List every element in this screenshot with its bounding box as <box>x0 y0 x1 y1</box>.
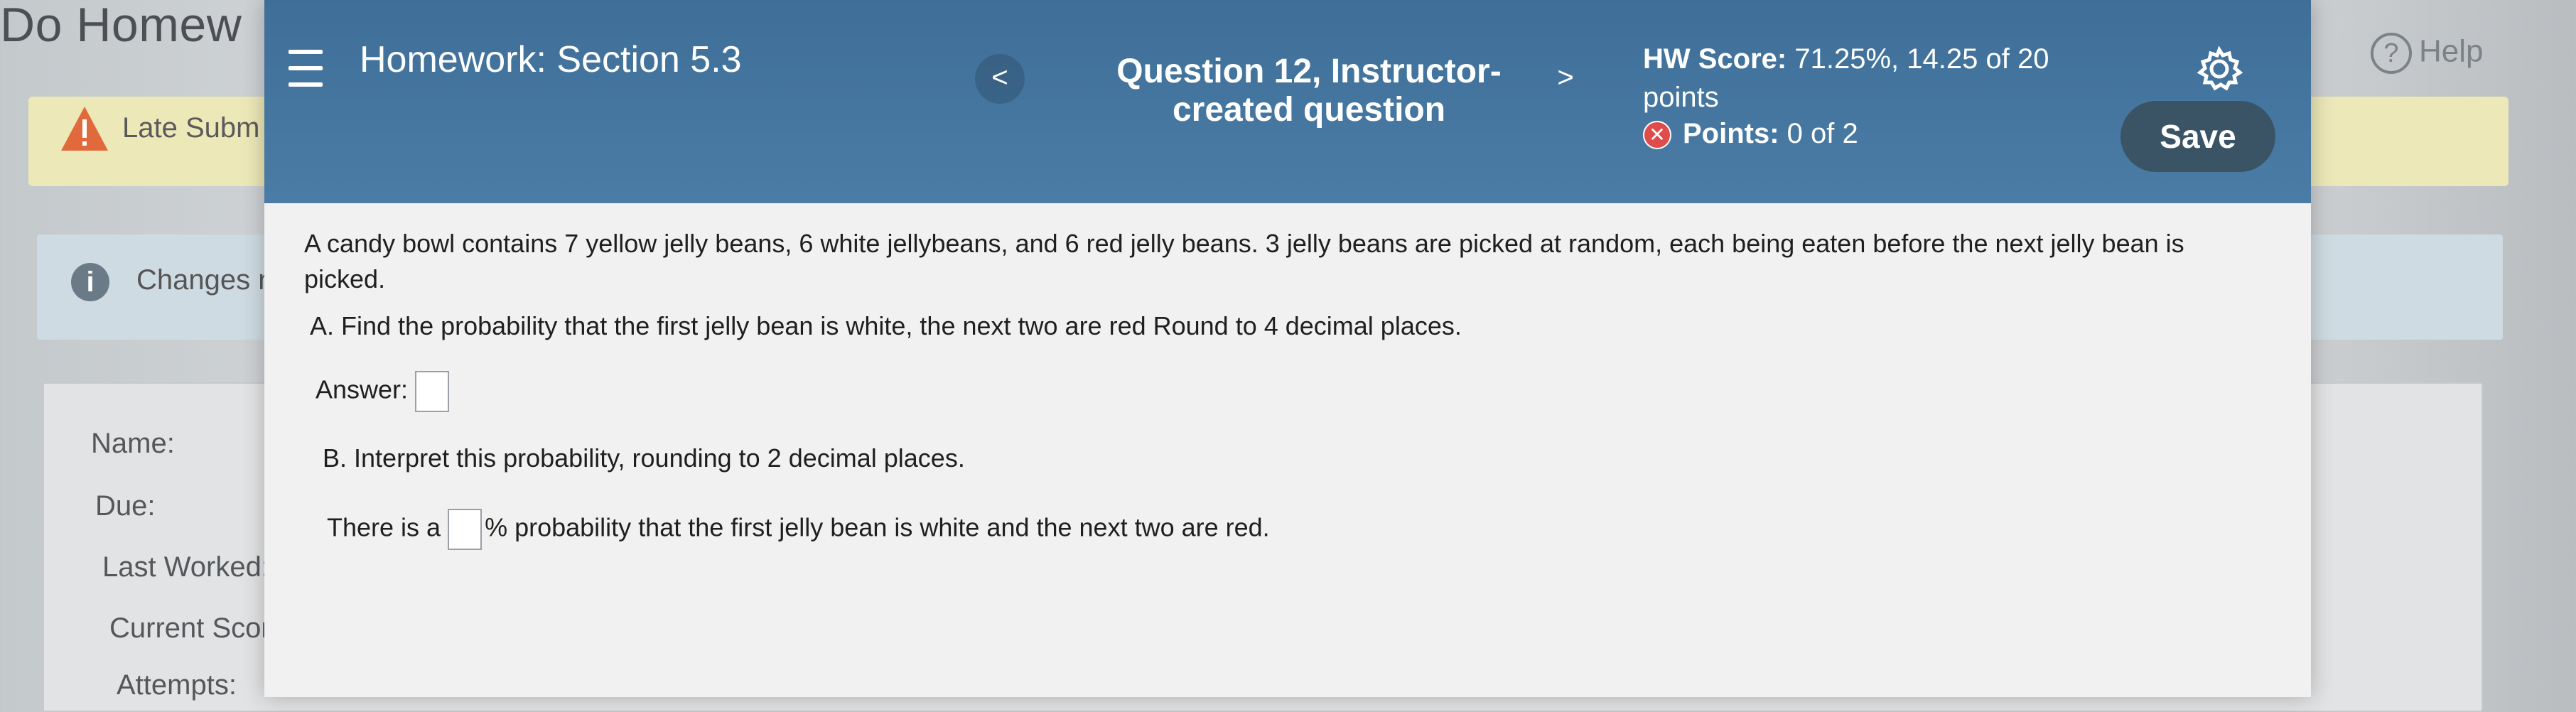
problem-statement: A candy bowl contains 7 yellow jelly bea… <box>304 229 2184 293</box>
field-due-label: Due: <box>95 490 156 522</box>
hw-score-label: HW Score: <box>1643 43 1787 75</box>
info-icon: i <box>71 263 109 301</box>
next-question-button[interactable]: > <box>1541 54 1590 104</box>
chevron-right-icon: > <box>1557 62 1574 93</box>
background-page-title: Do Homew <box>0 0 242 52</box>
question-header: Homework: Section 5.3 < Question 12, Ins… <box>264 0 2311 203</box>
homework-title: Homework: Section 5.3 <box>360 39 742 80</box>
points-value: 0 of 2 <box>1787 118 1858 149</box>
part-b-percent-input[interactable] <box>448 509 483 550</box>
field-name-label: Name: <box>91 428 175 459</box>
field-attempts-label: Attempts: <box>117 669 237 701</box>
points-label: Points: <box>1683 118 1779 149</box>
answer-label: Answer: <box>316 374 409 404</box>
help-question-icon: ? <box>2371 33 2412 74</box>
part-a-prompt: A. Find the probability that the first j… <box>310 311 1462 340</box>
part-a-answer-row: Answer: <box>316 371 450 412</box>
previous-question-button[interactable]: < <box>975 54 1025 104</box>
question-content: A candy bowl contains 7 yellow jelly bea… <box>264 203 2311 697</box>
help-label: Help <box>2419 33 2484 69</box>
incorrect-x-icon: ✕ <box>1643 121 1671 150</box>
hw-score: HW Score: 71.25%, 14.25 of 20 points <box>1643 40 2098 117</box>
part-b-answer-row: There is a % probability that the first j… <box>327 509 1270 550</box>
points-status: ✕ Points: 0 of 2 <box>1643 118 1858 150</box>
late-submission-text: Late Subm <box>122 112 260 144</box>
warning-icon <box>61 107 108 151</box>
help-link[interactable]: ? Help <box>2371 33 2484 74</box>
field-last-worked-label: Last Worked: <box>102 551 269 583</box>
sentence-before: There is a <box>327 512 441 542</box>
menu-icon[interactable] <box>289 50 323 90</box>
question-modal: Homework: Section 5.3 < Question 12, Ins… <box>264 0 2311 697</box>
part-b-prompt: B. Interpret this probability, rounding … <box>323 443 965 473</box>
chevron-left-icon: < <box>991 62 1008 93</box>
save-button[interactable]: Save <box>2120 101 2275 172</box>
part-a-answer-input[interactable] <box>415 371 450 412</box>
sentence-after: % probability that the first jelly bean … <box>485 512 1270 542</box>
changes-text: Changes n <box>136 264 274 296</box>
settings-gear-icon[interactable] <box>2196 45 2243 92</box>
question-title: Question 12, Instructor-created question <box>1116 53 1502 129</box>
